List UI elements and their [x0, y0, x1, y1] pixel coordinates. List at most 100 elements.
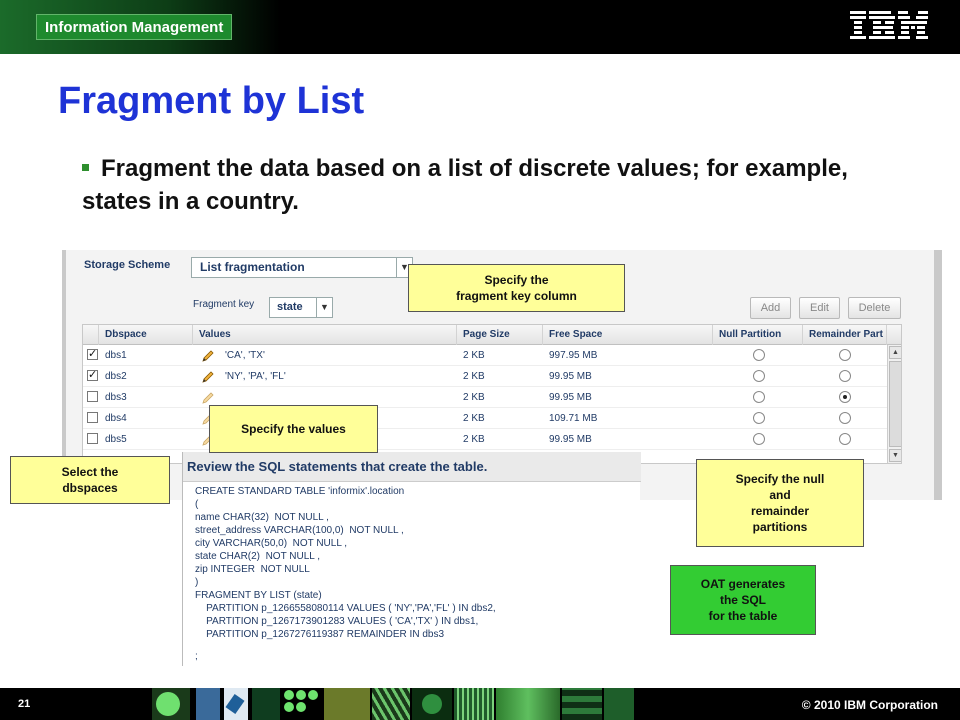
footer-tile-dots [282, 688, 322, 720]
column-header-remainder-partition[interactable]: Remainder Part [803, 325, 887, 345]
cell-page-size: 2 KB [463, 371, 485, 382]
column-header-free-space[interactable]: Free Space [543, 325, 713, 345]
sql-line: ; [195, 651, 198, 662]
sql-heading: Review the SQL statements that create th… [183, 452, 641, 482]
ibm-logo-icon [850, 11, 928, 39]
page-number: 21 [18, 698, 31, 710]
footer-tile [372, 688, 410, 720]
row-checkbox[interactable]: ✓ [87, 370, 98, 381]
dbspace-table: Dbspace Values Page Size Free Space Null… [82, 324, 902, 464]
cell-dbspace: dbs3 [105, 392, 127, 403]
pencil-icon[interactable] [201, 391, 215, 405]
storage-scheme-label: Storage Scheme [84, 259, 171, 271]
footer-tile [224, 688, 248, 720]
remainder-partition-radio[interactable] [839, 349, 851, 361]
cell-dbspace: dbs2 [105, 371, 127, 382]
remainder-partition-radio[interactable] [839, 412, 851, 424]
footer-tile [604, 688, 634, 720]
column-header-page-size[interactable]: Page Size [457, 325, 543, 345]
sql-line: PARTITION p_1266558080114 VALUES ( 'NY',… [195, 603, 496, 614]
remainder-partition-radio[interactable] [839, 433, 851, 445]
sql-line: ) [195, 577, 199, 588]
sql-line: FRAGMENT BY LIST (state) [195, 590, 322, 601]
cell-dbspace: dbs4 [105, 413, 127, 424]
column-header-null-partition[interactable]: Null Partition [713, 325, 803, 345]
bullet-point: Fragment the data based on a list of dis… [82, 152, 902, 218]
null-partition-radio[interactable] [753, 433, 765, 445]
edit-button[interactable]: Edit [799, 297, 840, 319]
cell-free-space: 997.95 MB [549, 350, 598, 361]
callout-dbspaces: Select the dbspaces [10, 456, 170, 504]
column-header-dbspace[interactable]: Dbspace [99, 325, 193, 345]
sql-line: name CHAR(32) NOT NULL , [195, 512, 329, 523]
table-row[interactable]: dbs4 2 KB 109.71 MB [83, 408, 887, 429]
chevron-down-icon[interactable]: ▼ [316, 298, 332, 317]
footer-tile [454, 688, 494, 720]
table-scrollbar[interactable]: ▲ ▼ [887, 345, 901, 463]
scroll-down-icon[interactable]: ▼ [889, 449, 901, 462]
null-partition-radio[interactable] [753, 370, 765, 382]
cell-free-space: 99.95 MB [549, 434, 592, 445]
cell-free-space: 99.95 MB [549, 392, 592, 403]
cell-dbspace: dbs5 [105, 434, 127, 445]
cell-free-space: 99.95 MB [549, 371, 592, 382]
header-banner: Information Management [0, 0, 960, 54]
remainder-partition-radio[interactable] [839, 370, 851, 382]
pencil-icon[interactable] [201, 349, 215, 363]
column-header-values[interactable]: Values [193, 325, 457, 345]
cell-page-size: 2 KB [463, 350, 485, 361]
pencil-icon[interactable] [201, 370, 215, 384]
storage-scheme-select[interactable]: List fragmentation ▼ [191, 257, 413, 278]
storage-scheme-value: List fragmentation [200, 260, 305, 274]
cell-dbspace: dbs1 [105, 350, 127, 361]
table-row[interactable]: dbs3 2 KB 99.95 MB [83, 387, 887, 408]
fragment-key-value: state [277, 301, 303, 313]
callout-fragment-key: Specify the fragment key column [408, 264, 625, 312]
callout-oat-generates-sql: OAT generates the SQL for the table [670, 565, 816, 635]
footer-tile [496, 688, 560, 720]
header-checkbox-column [83, 325, 99, 345]
sql-line: state CHAR(2) NOT NULL , [195, 551, 321, 562]
footer-tile [324, 688, 370, 720]
sql-line: zip INTEGER NOT NULL [195, 564, 310, 575]
fragment-key-select[interactable]: state ▼ [269, 297, 333, 318]
slide-title: Fragment by List [58, 80, 365, 122]
row-checkbox[interactable] [87, 391, 98, 402]
delete-button[interactable]: Delete [848, 297, 901, 319]
table-header: Dbspace Values Page Size Free Space Null… [83, 325, 901, 345]
callout-null-remainder: Specify the null and remainder partition… [696, 459, 864, 547]
footer-tile [252, 688, 280, 720]
table-row[interactable]: ✓ dbs2 'NY', 'PA', 'FL' 2 KB 99.95 MB [83, 366, 887, 387]
sql-line: CREATE STANDARD TABLE 'informix'.locatio… [195, 486, 405, 497]
table-row[interactable]: dbs5 2 KB 99.95 MB [83, 429, 887, 450]
table-row[interactable]: ✓ dbs1 'CA', 'TX' 2 KB 997.95 MB [83, 345, 887, 366]
cell-values: 'NY', 'PA', 'FL' [225, 371, 286, 382]
footer-tile [562, 688, 602, 720]
null-partition-radio[interactable] [753, 412, 765, 424]
footer-tile [412, 688, 452, 720]
copyright-notice: © 2010 IBM Corporation [801, 698, 938, 712]
add-button[interactable]: Add [750, 297, 791, 319]
sql-line: PARTITION p_1267173901283 VALUES ( 'CA',… [195, 616, 479, 627]
scrollbar-thumb[interactable] [889, 361, 901, 447]
row-checkbox[interactable] [87, 433, 98, 444]
scroll-up-icon[interactable]: ▲ [889, 346, 901, 359]
row-checkbox[interactable]: ✓ [87, 349, 98, 360]
bullet-square-icon [82, 164, 89, 172]
sql-line: street_address VARCHAR(100,0) NOT NULL , [195, 525, 404, 536]
cell-page-size: 2 KB [463, 392, 485, 403]
null-partition-radio[interactable] [753, 391, 765, 403]
cell-free-space: 109.71 MB [549, 413, 598, 424]
callout-values: Specify the values [209, 405, 378, 453]
cell-page-size: 2 KB [463, 413, 485, 424]
row-checkbox[interactable] [87, 412, 98, 423]
sql-review-panel: Review the SQL statements that create th… [182, 452, 641, 666]
footer-tile [196, 688, 220, 720]
remainder-partition-radio-selected[interactable] [839, 391, 851, 403]
bullet-text: Fragment the data based on a list of dis… [82, 155, 848, 215]
panel-edge-right [934, 250, 942, 500]
sql-line: PARTITION p_1267276119387 REMAINDER IN d… [195, 629, 445, 640]
fragment-key-label: Fragment key [193, 299, 255, 310]
null-partition-radio[interactable] [753, 349, 765, 361]
cell-values: 'CA', 'TX' [225, 350, 265, 361]
